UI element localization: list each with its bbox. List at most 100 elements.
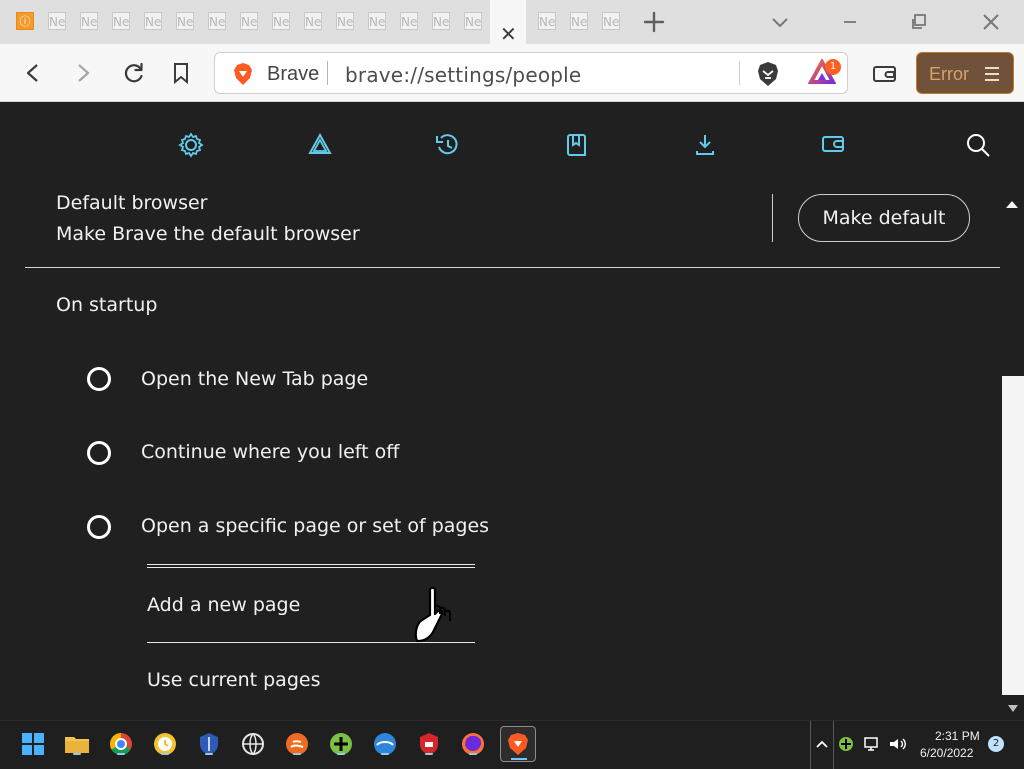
plus-icon[interactable]: [640, 0, 668, 44]
radio-continue[interactable]: [87, 441, 111, 465]
running-indicator: [293, 753, 301, 755]
make-default-button[interactable]: Make default: [798, 194, 970, 242]
globe-icon[interactable]: [238, 729, 268, 759]
bookmarks-icon[interactable]: [562, 130, 592, 160]
tab-7[interactable]: Ne: [200, 0, 232, 44]
wallet-icon[interactable]: [872, 63, 898, 90]
close-window-icon[interactable]: [980, 0, 1002, 44]
tab-14[interactable]: Ne: [424, 0, 456, 44]
tab-3[interactable]: Ne: [72, 0, 104, 44]
new-tab-icon: Ne: [80, 12, 98, 30]
volume-icon[interactable]: [886, 729, 910, 759]
scroll-up-arrow[interactable]: [1004, 197, 1020, 209]
notification-badge[interactable]: 2: [988, 736, 1004, 752]
hand-cursor: [412, 584, 466, 654]
new-tab-icon: Ne: [208, 12, 226, 30]
bookmark-button[interactable]: [166, 58, 196, 88]
tab-18[interactable]: Ne: [562, 0, 594, 44]
network-icon[interactable]: [862, 729, 884, 759]
reload-button[interactable]: [118, 58, 148, 88]
search-icon[interactable]: [963, 130, 993, 160]
new-tab-icon: Ne: [538, 12, 556, 30]
tab-12[interactable]: Ne: [360, 0, 392, 44]
brave-lion-icon[interactable]: [755, 60, 781, 93]
running-indicator: [117, 753, 125, 755]
new-tab-icon: Ne: [176, 12, 194, 30]
radio-new-tab[interactable]: [87, 367, 111, 391]
tab-11[interactable]: Ne: [328, 0, 360, 44]
tab-15[interactable]: Ne: [456, 0, 488, 44]
red-shield-icon[interactable]: [414, 729, 444, 759]
tab-6[interactable]: Ne: [168, 0, 200, 44]
windows-start-icon[interactable]: [18, 729, 48, 759]
new-tab-icon: Ne: [48, 12, 66, 30]
wallet-icon[interactable]: [819, 130, 849, 160]
tray-app-icon[interactable]: [836, 729, 856, 759]
green-cross-app-icon[interactable]: [326, 729, 356, 759]
running-indicator: [337, 753, 345, 755]
new-tab-label[interactable]: Open the New Tab page: [141, 368, 368, 390]
use-current-pages-link[interactable]: Use current pages: [147, 669, 320, 691]
download-icon[interactable]: [690, 130, 720, 160]
tab-10[interactable]: Ne: [296, 0, 328, 44]
continue-label[interactable]: Continue where you left off: [141, 441, 399, 463]
scroll-down-arrow[interactable]: [1006, 702, 1020, 714]
url-separator: [327, 61, 328, 85]
file-explorer-icon[interactable]: [62, 729, 92, 759]
forward-button[interactable]: [68, 58, 98, 88]
tab-13[interactable]: Ne: [392, 0, 424, 44]
maximize-icon[interactable]: [906, 0, 932, 44]
new-tab-icon: Ne: [400, 12, 418, 30]
tab-4[interactable]: Ne: [104, 0, 136, 44]
brave-taskbar-icon[interactable]: [500, 726, 536, 762]
default-browser-divider: [772, 194, 773, 242]
running-indicator: [469, 753, 477, 755]
tab-5[interactable]: Ne: [136, 0, 168, 44]
brave-shields-icon[interactable]: [232, 62, 254, 91]
chevron-down-icon[interactable]: [768, 0, 792, 44]
tab-active[interactable]: ✕: [490, 0, 526, 46]
default-browser-subtitle: Make Brave the default browser: [56, 223, 360, 245]
tab-1[interactable]: ⓘ: [8, 0, 40, 44]
chrome-icon[interactable]: [106, 729, 136, 759]
orange-app-icon[interactable]: [282, 729, 312, 759]
scrollbar-thumb[interactable]: [1002, 376, 1024, 695]
rewards-icon[interactable]: [305, 130, 335, 160]
security-shield-icon[interactable]: [194, 729, 224, 759]
error-label: Error: [929, 64, 969, 84]
minimize-icon[interactable]: [840, 0, 860, 44]
specific-pages-label[interactable]: Open a specific page or set of pages: [141, 515, 489, 537]
blue-sphere-icon[interactable]: [370, 729, 400, 759]
url-text[interactable]: brave://settings/people: [345, 63, 581, 87]
running-indicator: [205, 753, 213, 755]
tab-19[interactable]: Ne: [594, 0, 626, 44]
app-tab-icon: ⓘ: [16, 12, 34, 30]
address-bar[interactable]: Brave brave://settings/people 1: [214, 52, 848, 94]
back-button[interactable]: [18, 58, 48, 88]
gear-icon[interactable]: [176, 130, 206, 160]
vpn-icon[interactable]: [150, 729, 180, 759]
new-tab-icon: Ne: [112, 12, 130, 30]
subsection-top-line-2: [147, 567, 475, 568]
default-browser-title: Default browser: [56, 192, 208, 214]
error-button[interactable]: Error: [916, 52, 1014, 94]
history-icon[interactable]: [433, 130, 463, 160]
firefox-icon[interactable]: [458, 729, 488, 759]
tray-divider: [810, 721, 811, 769]
subsection-top-line: [147, 564, 475, 565]
clock-date[interactable]: 6/20/2022: [920, 746, 973, 760]
tab-2[interactable]: Ne: [40, 0, 72, 44]
tab-9[interactable]: Ne: [264, 0, 296, 44]
active-indicator: [511, 758, 527, 760]
new-tab-icon: Ne: [336, 12, 354, 30]
new-tab-icon: Ne: [240, 12, 258, 30]
show-hidden-icons-icon[interactable]: [814, 729, 830, 759]
running-indicator: [381, 753, 389, 755]
clock-time[interactable]: 2:31 PM: [935, 729, 980, 743]
tab-17[interactable]: Ne: [530, 0, 562, 44]
site-label: Brave: [267, 63, 320, 85]
rewards-button[interactable]: 1: [807, 57, 841, 91]
tab-8[interactable]: Ne: [232, 0, 264, 44]
add-new-page-link[interactable]: Add a new page: [147, 594, 300, 616]
radio-specific-pages[interactable]: [87, 515, 111, 539]
